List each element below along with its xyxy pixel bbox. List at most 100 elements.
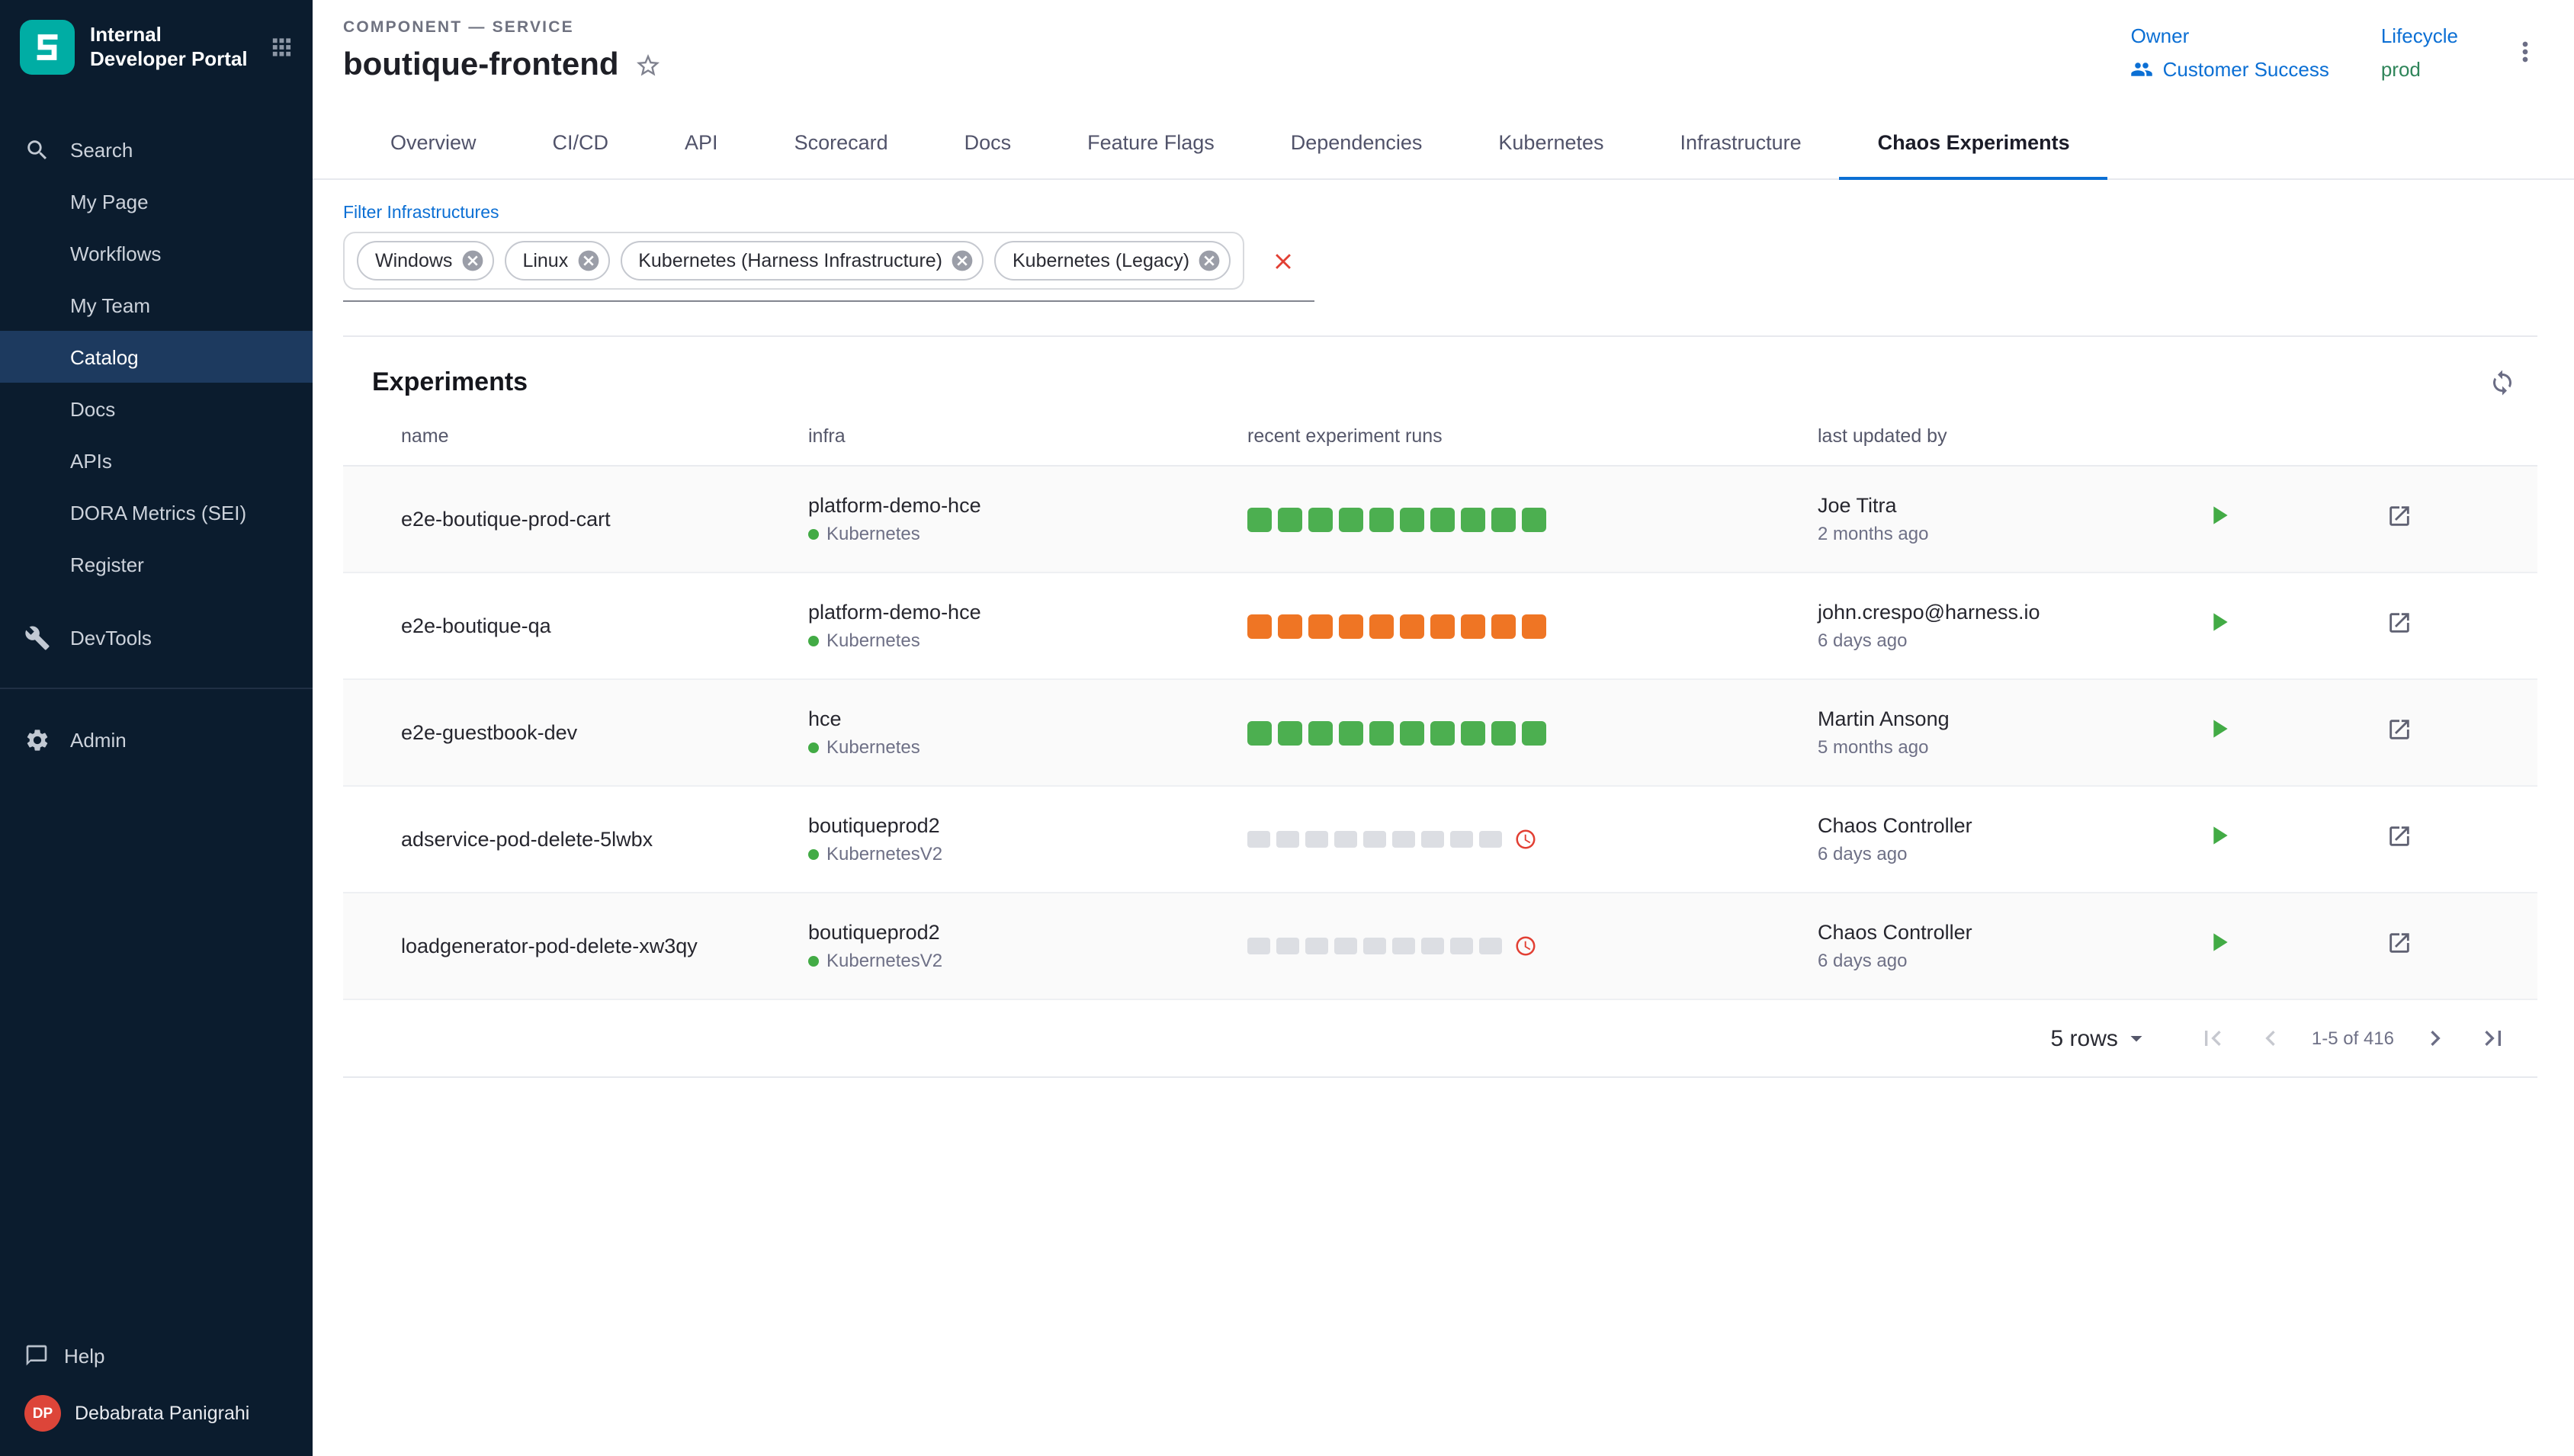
tab-chaos-experiments[interactable]: Chaos Experiments xyxy=(1840,108,2108,180)
run-cell-success[interactable] xyxy=(1369,720,1394,745)
open-in-new-icon[interactable] xyxy=(2386,716,2412,742)
tab-infrastructure[interactable]: Infrastructure xyxy=(1642,108,1840,180)
run-cell-success[interactable] xyxy=(1461,720,1485,745)
run-cell-warning[interactable] xyxy=(1400,614,1424,638)
run-cell-success[interactable] xyxy=(1491,507,1516,531)
run-cell-empty[interactable] xyxy=(1479,938,1502,954)
run-cell-empty[interactable] xyxy=(1421,938,1444,954)
open-in-new-icon[interactable] xyxy=(2386,609,2412,635)
chip-delete-icon[interactable] xyxy=(950,249,974,273)
run-cell-success[interactable] xyxy=(1339,507,1363,531)
filter-chip-kubernetes-legacy[interactable]: Kubernetes (Legacy) xyxy=(994,241,1231,281)
run-experiment-button[interactable] xyxy=(2203,820,2234,851)
tab-dependencies[interactable]: Dependencies xyxy=(1253,108,1461,180)
run-cell-empty[interactable] xyxy=(1363,938,1386,954)
run-cell-success[interactable] xyxy=(1400,507,1424,531)
run-cell-warning[interactable] xyxy=(1339,614,1363,638)
run-cell-warning[interactable] xyxy=(1522,614,1546,638)
run-experiment-button[interactable] xyxy=(2203,927,2234,957)
run-cell-success[interactable] xyxy=(1308,507,1333,531)
run-cell-warning[interactable] xyxy=(1247,614,1272,638)
run-cell-warning[interactable] xyxy=(1461,614,1485,638)
run-cell-success[interactable] xyxy=(1430,720,1455,745)
open-in-new-icon[interactable] xyxy=(2386,823,2412,848)
user-menu[interactable]: DP Debabrata Panigrahi xyxy=(24,1395,288,1432)
run-experiment-button[interactable] xyxy=(2203,500,2234,531)
sidebar-item-docs[interactable]: Docs xyxy=(0,383,313,435)
next-page-button[interactable] xyxy=(2420,1023,2450,1054)
run-cell-empty[interactable] xyxy=(1334,938,1357,954)
run-experiment-button[interactable] xyxy=(2203,607,2234,637)
run-cell-success[interactable] xyxy=(1522,720,1546,745)
run-cell-empty[interactable] xyxy=(1450,938,1473,954)
run-cell-success[interactable] xyxy=(1278,507,1302,531)
run-cell-warning[interactable] xyxy=(1430,614,1455,638)
owner-link[interactable]: Customer Success xyxy=(2131,58,2329,81)
filter-chip-kubernetes-harness-infrastructure[interactable]: Kubernetes (Harness Infrastructure) xyxy=(620,241,984,281)
run-cell-warning[interactable] xyxy=(1278,614,1302,638)
filter-label[interactable]: Filter Infrastructures xyxy=(343,204,2537,223)
run-cell-success[interactable] xyxy=(1278,720,1302,745)
rows-per-page-select[interactable]: 5 rows xyxy=(2051,1025,2150,1052)
sidebar-item-search[interactable]: Search xyxy=(0,123,313,175)
tab-kubernetes[interactable]: Kubernetes xyxy=(1460,108,1642,180)
chip-delete-icon[interactable] xyxy=(576,249,600,273)
run-cell-empty[interactable] xyxy=(1363,831,1386,848)
sidebar-item-register[interactable]: Register xyxy=(0,538,313,590)
kebab-menu-icon[interactable] xyxy=(2510,37,2540,67)
lifecycle-label[interactable]: Lifecycle xyxy=(2381,24,2458,47)
run-cell-empty[interactable] xyxy=(1421,831,1444,848)
run-cell-success[interactable] xyxy=(1247,507,1272,531)
run-cell-success[interactable] xyxy=(1247,720,1272,745)
run-cell-empty[interactable] xyxy=(1392,938,1415,954)
sidebar-item-dora-metrics[interactable]: DORA Metrics (SEI) xyxy=(0,486,313,538)
run-cell-empty[interactable] xyxy=(1305,831,1328,848)
tab-scorecard[interactable]: Scorecard xyxy=(756,108,926,180)
run-cell-success[interactable] xyxy=(1369,507,1394,531)
favorite-star-icon[interactable] xyxy=(634,52,662,79)
apps-grid-icon[interactable] xyxy=(268,34,294,61)
previous-page-button[interactable] xyxy=(2255,1023,2286,1054)
sidebar-item-catalog[interactable]: Catalog xyxy=(0,331,313,383)
tab-api[interactable]: API xyxy=(647,108,756,180)
run-cell-warning[interactable] xyxy=(1369,614,1394,638)
filter-chip-linux[interactable]: Linux xyxy=(504,241,609,281)
first-page-button[interactable] xyxy=(2197,1023,2228,1054)
run-cell-empty[interactable] xyxy=(1276,938,1299,954)
sidebar-item-devtools[interactable]: DevTools xyxy=(0,611,313,663)
run-cell-empty[interactable] xyxy=(1479,831,1502,848)
open-in-new-icon[interactable] xyxy=(2386,929,2412,955)
run-cell-empty[interactable] xyxy=(1247,938,1270,954)
run-cell-success[interactable] xyxy=(1339,720,1363,745)
run-cell-success[interactable] xyxy=(1430,507,1455,531)
run-cell-empty[interactable] xyxy=(1247,831,1270,848)
chip-delete-icon[interactable] xyxy=(460,249,484,273)
filter-chip-windows[interactable]: Windows xyxy=(357,241,493,281)
chip-delete-icon[interactable] xyxy=(1197,249,1221,273)
tab-feature-flags[interactable]: Feature Flags xyxy=(1049,108,1253,180)
filter-input[interactable]: Windows Linux Kubernetes (Harness Infras… xyxy=(343,232,1314,302)
run-cell-empty[interactable] xyxy=(1276,831,1299,848)
run-cell-warning[interactable] xyxy=(1308,614,1333,638)
sidebar-item-my-page[interactable]: My Page xyxy=(0,175,313,227)
sidebar-item-apis[interactable]: APIs xyxy=(0,435,313,486)
clear-filters-icon[interactable] xyxy=(1270,248,1296,274)
run-cell-warning[interactable] xyxy=(1491,614,1516,638)
run-cell-empty[interactable] xyxy=(1450,831,1473,848)
run-cell-success[interactable] xyxy=(1400,720,1424,745)
run-cell-success[interactable] xyxy=(1491,720,1516,745)
sidebar-item-workflows[interactable]: Workflows xyxy=(0,227,313,279)
refresh-icon[interactable] xyxy=(2489,369,2516,396)
owner-label[interactable]: Owner xyxy=(2131,24,2329,47)
run-cell-empty[interactable] xyxy=(1392,831,1415,848)
tab-ci-cd[interactable]: CI/CD xyxy=(515,108,647,180)
help-button[interactable]: Help xyxy=(24,1343,288,1368)
run-experiment-button[interactable] xyxy=(2203,714,2234,744)
last-page-button[interactable] xyxy=(2478,1023,2508,1054)
sidebar-item-my-team[interactable]: My Team xyxy=(0,279,313,331)
run-cell-success[interactable] xyxy=(1308,720,1333,745)
sidebar-item-admin[interactable]: Admin xyxy=(0,714,313,765)
run-cell-success[interactable] xyxy=(1522,507,1546,531)
run-cell-empty[interactable] xyxy=(1305,938,1328,954)
run-cell-success[interactable] xyxy=(1461,507,1485,531)
